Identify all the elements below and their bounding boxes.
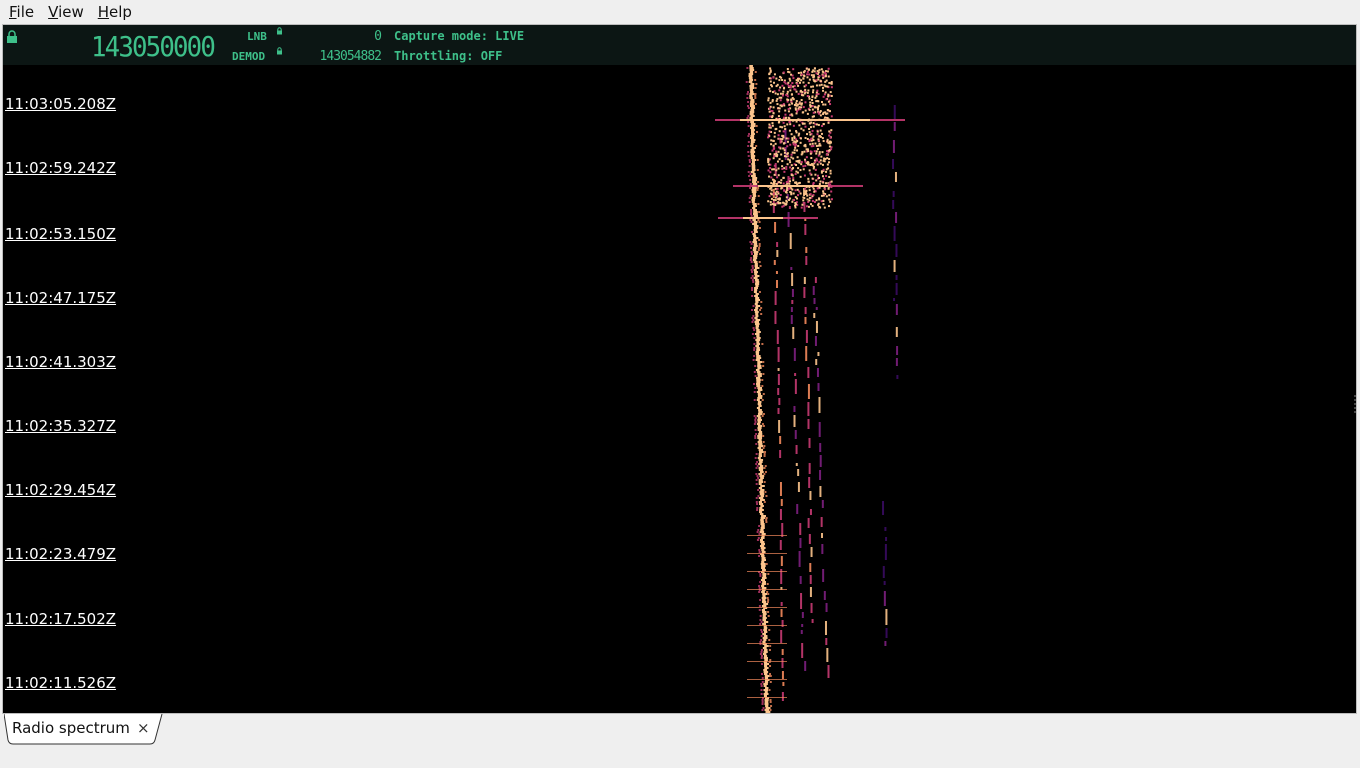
timestamp-label[interactable]: 11:02:35.327Z [5, 417, 116, 435]
timestamp-label[interactable]: 11:02:23.479Z [5, 545, 116, 563]
demod-lock-icon[interactable] [276, 47, 283, 55]
waterfall-display[interactable]: 11:03:05.208Z 11:02:59.242Z 11:02:53.150… [3, 65, 1356, 713]
spectrum-window: 143050000 LNB 0 DEMOD 143054882 Capture … [2, 24, 1357, 714]
demod-value[interactable]: 143054882 [303, 50, 382, 64]
lock-icon[interactable] [6, 30, 18, 44]
waterfall-spectrogram [715, 65, 905, 713]
throttling-status: Throttling: OFF [394, 49, 503, 63]
menu-help-mnemonic: H [97, 2, 110, 21]
timestamp-label[interactable]: 11:02:11.526Z [5, 674, 116, 692]
tab-radio-spectrum[interactable]: Radio spectrum × [4, 714, 163, 745]
menu-view-mnemonic: V [48, 2, 59, 21]
timestamp-label[interactable]: 11:02:41.303Z [5, 353, 116, 371]
menu-view-label: iew [58, 2, 84, 21]
menu-help-label: elp [109, 2, 132, 21]
lnb-lock-icon[interactable] [276, 27, 283, 35]
timestamp-label[interactable]: 11:02:17.502Z [5, 610, 116, 628]
close-icon[interactable]: × [137, 719, 150, 737]
menu-view[interactable]: View [43, 1, 89, 23]
timestamp-label[interactable]: 11:02:53.150Z [5, 225, 116, 243]
resize-handle[interactable] [1354, 395, 1356, 415]
lnb-label: LNB [247, 30, 267, 43]
tab-label: Radio spectrum [12, 719, 130, 737]
tab-bar: Radio spectrum × [0, 714, 1360, 768]
menu-file-mnemonic: F [9, 2, 17, 21]
menu-help[interactable]: Help [93, 1, 137, 23]
demod-label: DEMOD [232, 50, 266, 63]
capture-mode-status: Capture mode: LIVE [394, 29, 525, 43]
menu-file[interactable]: File [4, 1, 39, 23]
timestamp-label[interactable]: 11:02:29.454Z [5, 481, 116, 499]
lnb-value[interactable]: 0 [303, 30, 382, 44]
menu-bar: File View Help [0, 0, 1360, 23]
timestamp-label[interactable]: 11:03:05.208Z [5, 95, 116, 113]
tuner-header: 143050000 LNB 0 DEMOD 143054882 Capture … [3, 25, 1356, 65]
timestamp-label[interactable]: 11:02:47.175Z [5, 289, 116, 307]
menu-file-label: ile [16, 2, 35, 21]
frequency-display[interactable]: 143050000 [91, 31, 216, 63]
timestamp-label[interactable]: 11:02:59.242Z [5, 159, 116, 177]
